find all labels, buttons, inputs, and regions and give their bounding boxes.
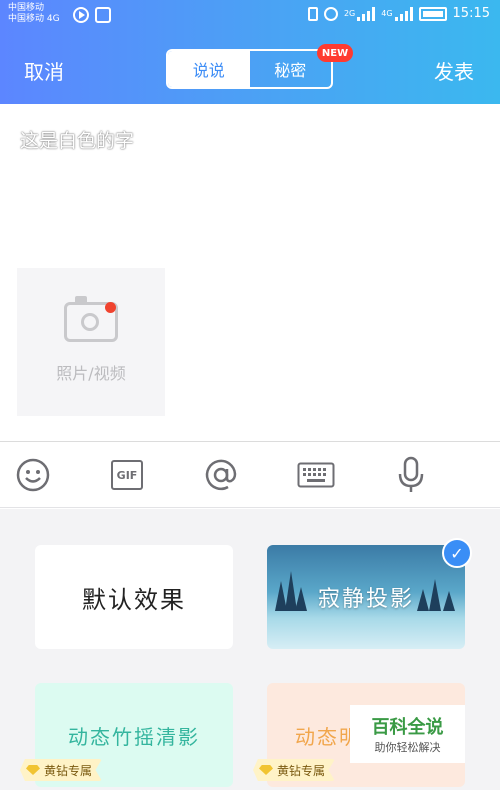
signal-4g-icon <box>394 6 413 21</box>
keyboard-icon <box>297 462 335 488</box>
selected-check-icon: ✓ <box>442 538 472 568</box>
cancel-button[interactable]: 取消 <box>24 56 64 85</box>
tree-shape <box>443 591 455 611</box>
gif-button[interactable]: GIF <box>108 456 146 494</box>
network-type: 4G <box>46 14 60 24</box>
diamond-icon <box>26 765 40 775</box>
smiley-icon <box>16 458 50 492</box>
signal-2g-label: 2G <box>343 9 356 18</box>
alarm-icon <box>323 6 338 21</box>
add-photo-video-button[interactable]: 照片/视频 <box>17 268 165 416</box>
tree-shape <box>429 579 441 611</box>
diamond-icon <box>259 765 273 775</box>
publish-button[interactable]: 发表 <box>434 56 474 85</box>
gif-icon: GIF <box>111 460 143 490</box>
battery-icon <box>418 6 447 21</box>
status-icons-left <box>73 7 111 23</box>
effect-default[interactable]: 默认效果 <box>35 545 233 649</box>
post-type-switch: 说说 秘密 <box>166 49 333 89</box>
tree-shape <box>295 587 307 611</box>
mention-button[interactable] <box>202 456 240 494</box>
play-icon <box>73 7 89 23</box>
at-sign-icon <box>205 459 237 491</box>
watermark-title: 百科全说 <box>371 717 444 738</box>
tab-say[interactable]: 说说 <box>168 51 250 87</box>
post-text-input[interactable]: 这是白色的字 <box>20 126 134 153</box>
tree-shape <box>417 589 429 611</box>
top-bar: 中国移动 中国移动 4G 2G 4G 15:15 取消 说说 秘密 NEW 发表 <box>0 0 500 104</box>
vip-label: 黄钻专属 <box>44 763 93 778</box>
vibrate-icon <box>307 6 318 21</box>
vip-label: 黄钻专属 <box>277 763 326 778</box>
keyboard-button[interactable] <box>297 456 335 494</box>
carrier-2: 中国移动 <box>8 14 45 24</box>
watermark: 百科全说 助你轻松解决 <box>350 705 465 763</box>
signal-4g-label: 4G <box>381 9 393 18</box>
clock: 15:15 <box>452 6 490 21</box>
image-icon <box>95 7 111 23</box>
gif-label: GIF <box>116 468 138 482</box>
effect-silent-label: 寂静投影 <box>317 587 414 612</box>
vip-badge: 黄钻专属 <box>253 759 336 781</box>
red-dot-indicator <box>105 302 116 313</box>
composer-toolbar: GIF <box>0 442 500 508</box>
status-icons-right: 2G 4G 15:15 <box>307 6 490 21</box>
signal-2g-icon <box>357 6 376 21</box>
vip-badge: 黄钻专属 <box>20 759 103 781</box>
status-carriers: 中国移动 中国移动 4G <box>8 3 60 25</box>
carrier-1: 中国移动 <box>8 3 45 13</box>
effect-silent-reflection[interactable]: 寂静投影 <box>267 545 465 649</box>
voice-button[interactable] <box>392 456 430 494</box>
new-badge: NEW <box>317 44 353 62</box>
emoji-button[interactable] <box>14 456 52 494</box>
app-root: 中国移动 中国移动 4G 2G 4G 15:15 取消 说说 秘密 NEW 发表… <box>0 0 500 790</box>
photo-video-label: 照片/视频 <box>56 364 126 383</box>
watermark-subtitle: 助你轻松解决 <box>374 741 441 754</box>
microphone-icon <box>398 456 424 492</box>
